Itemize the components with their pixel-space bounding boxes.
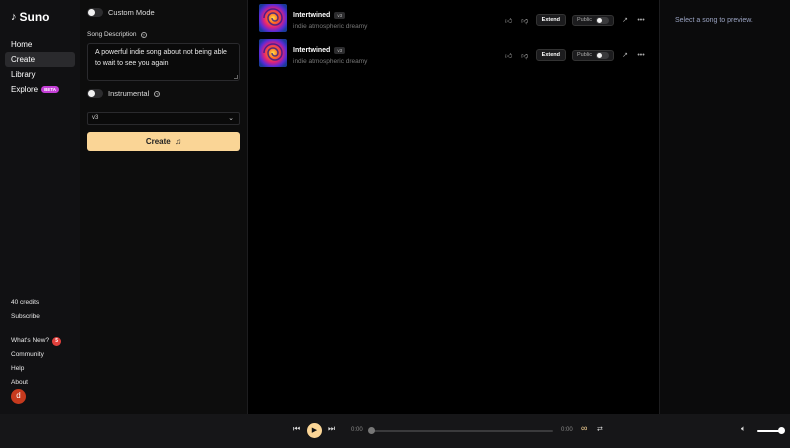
share-icon[interactable]: ↗ xyxy=(620,51,630,59)
nav-library-label: Library xyxy=(11,70,36,79)
main-nav: Home Create Library Explore BETA xyxy=(5,37,75,97)
song-tags: indie atmospheric dreamy xyxy=(293,58,368,65)
song-row[interactable]: Intertwined v3 indie atmospheric dreamy … xyxy=(259,4,654,34)
credits-count: 40 credits xyxy=(11,299,40,306)
help-link[interactable]: Help xyxy=(11,362,61,376)
instrumental-row: Instrumental ? xyxy=(87,89,161,98)
nav-create[interactable]: Create xyxy=(5,52,75,67)
song-description-label: Song Description xyxy=(87,31,137,38)
sidebar-footer: 40 credits Subscribe What's New? 5 Commu… xyxy=(11,296,62,390)
about-link[interactable]: About xyxy=(11,376,61,390)
public-toggle[interactable]: Public xyxy=(572,14,614,26)
skip-forward-icon[interactable]: ⏭ xyxy=(328,424,335,434)
loop-icon[interactable]: ∞ xyxy=(581,423,587,433)
nav-explore[interactable]: Explore BETA xyxy=(5,82,75,97)
nav-library[interactable]: Library xyxy=(5,67,75,82)
preview-panel: Select a song to preview. xyxy=(659,0,790,414)
whats-new-label: What's New? xyxy=(11,337,50,344)
player-bar: ⏮ ▶ ⏭ 0:00 0:00 ∞ ⇄ 🔈︎ xyxy=(0,414,790,448)
instrumental-label: Instrumental xyxy=(108,89,150,98)
resize-handle-icon[interactable] xyxy=(234,75,238,79)
create-button-label: Create xyxy=(145,137,171,146)
instrumental-toggle[interactable] xyxy=(87,89,103,98)
nav-explore-label: Explore xyxy=(11,85,39,94)
song-tags: indie atmospheric dreamy xyxy=(293,23,368,30)
custom-mode-label: Custom Mode xyxy=(108,8,155,17)
song-actions: 👍︎ 👎︎ Extend Public ↗ ••• xyxy=(504,49,646,61)
song-description-label-row: Song Description ? xyxy=(87,31,147,38)
custom-mode-toggle[interactable] xyxy=(87,8,103,17)
song-cover-image[interactable] xyxy=(259,39,287,67)
whats-new-link[interactable]: What's New? 5 xyxy=(11,334,62,348)
nav-home-label: Home xyxy=(11,40,33,49)
help-icon[interactable]: ? xyxy=(140,31,147,38)
song-actions: 👍︎ 👎︎ Extend Public ↗ ••• xyxy=(504,14,646,26)
community-link[interactable]: Community xyxy=(11,348,61,362)
subscribe-link[interactable]: Subscribe xyxy=(11,310,61,324)
share-icon[interactable]: ↗ xyxy=(620,16,630,24)
notification-badge: 5 xyxy=(52,336,62,346)
duration: 0:00 xyxy=(561,427,573,433)
music-note-icon: ♪ xyxy=(11,11,17,23)
version-badge: v3 xyxy=(334,12,346,19)
song-description-input[interactable]: A powerful indie song about not being ab… xyxy=(87,43,240,81)
music-note-icon: ♫ xyxy=(172,137,182,146)
song-title-row: Intertwined v3 xyxy=(293,47,346,54)
extend-button[interactable]: Extend xyxy=(535,14,567,26)
create-panel: Custom Mode Song Description ? A powerfu… xyxy=(80,0,248,414)
beta-badge: BETA xyxy=(41,86,60,93)
sidebar: ♪ Suno Home Create Library Explore BETA … xyxy=(0,0,80,414)
skip-back-icon[interactable]: ⏮ xyxy=(293,424,300,434)
thumbs-up-icon[interactable]: 👍︎ xyxy=(504,16,514,25)
public-switch[interactable] xyxy=(596,51,609,59)
current-time: 0:00 xyxy=(351,427,363,433)
play-icon: ▶ xyxy=(311,427,318,434)
song-title[interactable]: Intertwined xyxy=(293,12,330,19)
model-version-value: v3 xyxy=(92,115,99,121)
public-switch[interactable] xyxy=(596,16,609,24)
help-icon[interactable]: ? xyxy=(154,90,161,97)
chevron-down-icon: ⌄ xyxy=(228,115,234,122)
thumbs-down-icon[interactable]: 👎︎ xyxy=(520,16,530,25)
version-badge: v3 xyxy=(334,47,346,54)
create-button[interactable]: Create ♫ xyxy=(87,132,240,151)
volume-handle[interactable] xyxy=(778,427,785,434)
public-toggle[interactable]: Public xyxy=(572,49,614,61)
song-list: Intertwined v3 indie atmospheric dreamy … xyxy=(249,0,659,414)
nav-home[interactable]: Home xyxy=(5,37,75,52)
play-button[interactable]: ▶ xyxy=(307,423,322,438)
preview-placeholder: Select a song to preview. xyxy=(675,17,753,24)
volume-icon[interactable]: 🔈︎ xyxy=(741,424,746,434)
avatar[interactable]: d xyxy=(11,389,26,404)
model-version-select[interactable]: v3 ⌄ xyxy=(87,112,240,125)
shuffle-icon[interactable]: ⇄ xyxy=(597,425,603,433)
extend-button[interactable]: Extend xyxy=(535,49,567,61)
progress-handle[interactable] xyxy=(368,427,375,434)
song-cover-image[interactable] xyxy=(259,4,287,32)
more-options-icon[interactable]: ••• xyxy=(636,17,646,24)
progress-bar[interactable] xyxy=(371,430,553,432)
nav-create-label: Create xyxy=(11,55,36,64)
custom-mode-row: Custom Mode xyxy=(87,8,155,17)
song-title[interactable]: Intertwined xyxy=(293,47,330,54)
song-row[interactable]: Intertwined v3 indie atmospheric dreamy … xyxy=(259,39,654,69)
app-logo[interactable]: ♪ Suno xyxy=(11,10,50,24)
song-description-value: A powerful indie song about not being ab… xyxy=(95,49,227,67)
public-label: Public xyxy=(577,52,592,58)
public-label: Public xyxy=(577,17,592,23)
app-name: Suno xyxy=(19,10,50,24)
thumbs-up-icon[interactable]: 👍︎ xyxy=(504,51,514,60)
thumbs-down-icon[interactable]: 👎︎ xyxy=(520,51,530,60)
more-options-icon[interactable]: ••• xyxy=(636,52,646,59)
song-title-row: Intertwined v3 xyxy=(293,12,346,19)
